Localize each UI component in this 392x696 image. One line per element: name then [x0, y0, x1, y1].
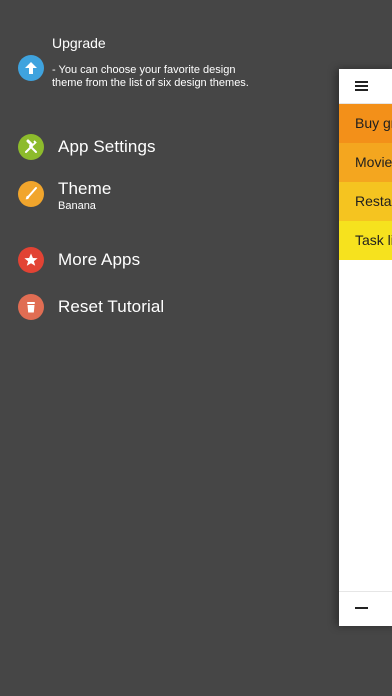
menu-item-label: More Apps [58, 250, 141, 269]
list-item[interactable]: Movie [339, 143, 392, 182]
brush-icon [18, 181, 44, 207]
list-item[interactable]: Task li [339, 221, 392, 260]
star-icon [18, 247, 44, 273]
minus-icon[interactable] [355, 607, 368, 609]
menu-item-reset-tutorial[interactable]: Reset Tutorial [18, 294, 164, 320]
panel-bottom-bar [339, 591, 392, 626]
arrow-up-icon[interactable] [18, 55, 44, 81]
side-menu: Upgrade - You can choose your favorite d… [0, 0, 340, 696]
upgrade-description: - You can choose your favorite design th… [52, 64, 249, 89]
menu-item-label: App Settings [58, 137, 156, 156]
menu-item-theme[interactable]: Theme Banana [18, 179, 111, 212]
tools-icon [18, 134, 44, 160]
menu-item-label: Theme [58, 179, 112, 198]
upgrade-title[interactable]: Upgrade [52, 35, 106, 51]
menu-item-app-settings[interactable]: App Settings [18, 134, 156, 160]
list-item[interactable]: Buy gr [339, 104, 392, 143]
list-item[interactable]: Restau [339, 182, 392, 221]
hamburger-icon[interactable] [355, 81, 368, 91]
main-view-panel[interactable]: Buy gr Movie Restau Task li [339, 69, 392, 626]
trash-icon [18, 294, 44, 320]
theme-current-value: Banana [58, 200, 96, 212]
menu-item-label: Reset Tutorial [58, 297, 165, 316]
panel-toolbar [339, 69, 392, 104]
menu-item-more-apps[interactable]: More Apps [18, 247, 140, 273]
